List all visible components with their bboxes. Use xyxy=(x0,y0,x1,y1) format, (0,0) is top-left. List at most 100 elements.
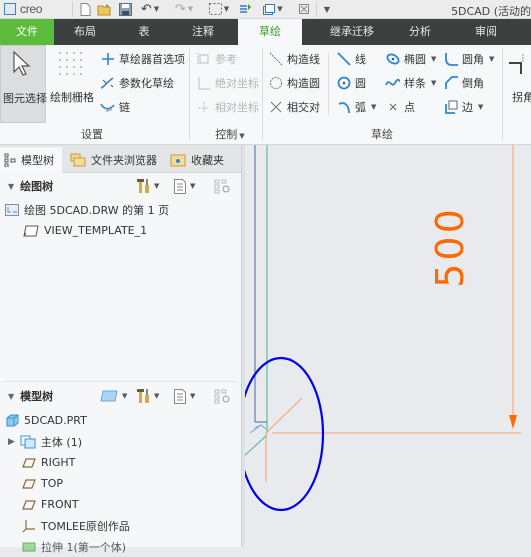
ellipse-button[interactable]: 椭圆 ▼ xyxy=(385,50,436,68)
select-box-button[interactable]: ▼ xyxy=(206,2,232,16)
display-style-button[interactable]: ▼ xyxy=(100,388,127,404)
construction-line-button[interactable]: 构造线 xyxy=(268,50,320,68)
arc-icon xyxy=(336,99,352,115)
expand-triangle-icon[interactable]: ▶ xyxy=(8,437,15,447)
corner-button[interactable]: 拐角 xyxy=(506,47,531,123)
separator xyxy=(189,48,190,140)
absolute-coordinates-button[interactable]: 绝对坐标 xyxy=(196,74,259,92)
relative-coordinates-button[interactable]: 相对坐标 xyxy=(196,98,259,116)
tree-item-part[interactable]: 5DCAD.PRT xyxy=(0,410,241,431)
sketcher-preferences-label: 草绘器首选项 xyxy=(119,53,185,66)
tab-annotate[interactable]: 注释 xyxy=(178,19,228,45)
tree-filter-button[interactable] xyxy=(214,388,230,404)
tree-filter-button[interactable] xyxy=(214,178,230,194)
tree-item-datum-right[interactable]: RIGHT xyxy=(0,452,241,473)
sketcher-preferences-button[interactable]: 草绘器首选项 xyxy=(100,50,185,68)
tree-item-coordinate-system[interactable]: TOMLEE原创作品 xyxy=(0,515,241,536)
tab-file[interactable]: 文件 xyxy=(0,19,54,45)
chain-button[interactable]: 链 xyxy=(100,98,130,116)
tree-item-datum-top[interactable]: TOP xyxy=(0,473,241,494)
show-tool-button[interactable]: ▼ xyxy=(174,388,195,404)
redo-button[interactable]: ↷ ▼ xyxy=(172,2,196,17)
drawing-tree-header: ▼ 绘图树 ▼ ▼ xyxy=(0,175,241,197)
tree-item-body[interactable]: ▶ 主体 (1) xyxy=(0,431,241,452)
tab-analysis[interactable]: 分析 xyxy=(398,19,442,45)
tree-filter-icon xyxy=(214,179,230,193)
chevron-down-icon: ▼ xyxy=(190,182,196,190)
line-button[interactable]: 线 xyxy=(336,50,366,68)
corner-edge-green xyxy=(245,434,268,456)
panel-divider[interactable] xyxy=(2,381,237,382)
chevron-down-icon: ▼ xyxy=(153,5,160,13)
arc-label: 弧 xyxy=(355,101,366,114)
corner-icon xyxy=(509,54,524,74)
reference-button[interactable]: 参考 xyxy=(196,50,237,68)
navtab-favorites[interactable]: 收藏夹 xyxy=(166,147,228,173)
spline-button[interactable]: 样条 ▼ xyxy=(385,74,436,92)
show-tool-button[interactable]: ▼ xyxy=(174,178,195,194)
windows-icon xyxy=(263,3,276,15)
undo-icon: ↶ xyxy=(140,1,152,17)
chevron-down-icon: ▼ xyxy=(187,5,194,13)
edge-button[interactable]: 边 ▼ xyxy=(443,98,483,116)
tree-item-drawing-sheet[interactable]: 绘图 5DCAD.DRW 的第 1 页 xyxy=(0,199,241,220)
settings-tool-button[interactable]: ▼ xyxy=(136,388,159,404)
separator xyxy=(316,2,317,17)
ribbon-tab-bar: 文件 布局 表 注释 草绘 继承迁移 分析 审阅 xyxy=(0,19,531,45)
tab-table[interactable]: 表 xyxy=(124,19,164,45)
arc-button[interactable]: 弧 ▼ xyxy=(336,98,376,116)
collapse-triangle-icon: ▼ xyxy=(8,391,15,401)
chevron-down-icon: ▼ xyxy=(223,5,230,13)
circle-button[interactable]: 圆 xyxy=(336,74,366,92)
chamfer-button[interactable]: 倒角 xyxy=(443,74,484,92)
point-button[interactable]: 点 xyxy=(385,98,415,116)
close-windows-icon[interactable] xyxy=(298,2,310,16)
model-tree-title[interactable]: ▼ 模型树 xyxy=(8,388,53,404)
chain-label: 链 xyxy=(119,101,130,114)
group-label-control[interactable]: 控制 ▼ xyxy=(208,126,252,142)
grid-dots-icon xyxy=(59,52,82,75)
navtab-label: 模型树 xyxy=(21,154,54,167)
draw-grid-button[interactable]: 绘制栅格 xyxy=(50,47,98,123)
construction-circle-button[interactable]: 构造圆 xyxy=(268,74,320,92)
circle-label: 圆 xyxy=(355,77,366,90)
windows-button[interactable]: ▼ xyxy=(262,2,284,16)
open-icon[interactable] xyxy=(96,2,112,16)
new-icon[interactable] xyxy=(78,2,92,16)
tab-review[interactable]: 审阅 xyxy=(464,19,508,45)
tree-filter-icon xyxy=(214,389,230,403)
drawing-tree-title[interactable]: ▼ 绘图树 xyxy=(8,178,53,194)
customize-quick-access-icon[interactable]: ▼ xyxy=(322,2,332,16)
regenerate-icon[interactable] xyxy=(237,2,251,16)
intersect-button[interactable]: 相交对 xyxy=(268,98,320,116)
parametric-sketch-icon xyxy=(100,75,116,91)
tab-sketch[interactable]: 草绘 xyxy=(238,19,302,45)
crosshair-icon xyxy=(100,51,116,67)
datum-plane-icon xyxy=(22,478,36,489)
chevron-down-icon: ▼ xyxy=(277,5,283,13)
drawing-sheet-icon xyxy=(5,203,19,216)
undo-button[interactable]: ↶ ▼ xyxy=(138,1,162,17)
chevron-down-icon: ▼ xyxy=(431,55,437,63)
parametric-sketch-button[interactable]: 参数化草绘 xyxy=(100,74,174,92)
document-list-icon xyxy=(174,178,186,194)
dimension-value[interactable]: 500 xyxy=(428,206,472,288)
navtab-model-tree[interactable]: 模型树 xyxy=(0,147,62,173)
settings-tool-button[interactable]: ▼ xyxy=(136,178,159,194)
graphics-canvas[interactable] xyxy=(245,145,531,547)
save-icon[interactable] xyxy=(118,2,132,16)
coordinate-system-icon xyxy=(22,519,35,532)
tree-item-datum-front[interactable]: FRONT xyxy=(0,494,241,515)
relative-coordinates-icon xyxy=(196,99,212,115)
tab-legacy-migration[interactable]: 继承迁移 xyxy=(322,19,382,45)
tab-layout[interactable]: 布局 xyxy=(60,19,110,45)
chevron-down-icon: ▼ xyxy=(122,392,128,400)
axis-diagonal xyxy=(265,397,303,434)
line-label: 线 xyxy=(355,53,366,66)
select-elements-label: 图元选择 xyxy=(3,92,47,105)
datum-plane-icon xyxy=(22,499,36,510)
fillet-button[interactable]: 圆角 ▼ xyxy=(443,50,494,68)
select-elements-button[interactable]: 图元选择 xyxy=(0,45,47,123)
navtab-folder-browser[interactable]: 文件夹浏览器 xyxy=(66,147,161,173)
tree-item-view-template[interactable]: VIEW_TEMPLATE_1 xyxy=(0,220,241,241)
